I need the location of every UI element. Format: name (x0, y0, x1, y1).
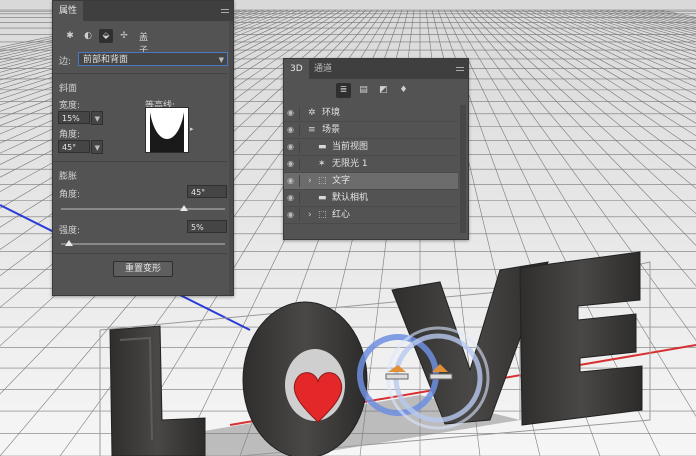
whole-scene-icon[interactable]: ≣ (336, 83, 351, 98)
mesh-icon[interactable]: ✱ (63, 29, 77, 43)
angle-field[interactable]: 45° (58, 140, 90, 153)
contour-preview[interactable] (145, 107, 189, 153)
visibility-eye-icon[interactable]: ◉ (287, 156, 299, 172)
panel-menu-icon[interactable] (455, 64, 465, 74)
inflate-title: 膨胀 (59, 172, 78, 182)
chevron-down-icon: ▼ (94, 144, 100, 152)
layer-name: 当前视图 (332, 142, 369, 152)
layer-row[interactable]: ◉ ✲ 环境 (284, 105, 458, 122)
visibility-eye-icon[interactable]: ◉ (287, 139, 299, 155)
mesh-icon: ⬚ (318, 176, 327, 186)
materials-icon[interactable]: ◩ (376, 83, 391, 98)
layer-name: 无限光 1 (332, 159, 368, 169)
visibility-eye-icon[interactable]: ◉ (287, 173, 299, 189)
layer-name: 环境 (322, 108, 341, 118)
infinite-light-icon: ✶ (318, 159, 326, 169)
chevron-right-icon[interactable]: › (308, 207, 312, 223)
inflate-angle-thumb[interactable] (180, 205, 188, 211)
strength-label: 强度: (59, 226, 81, 236)
camera-icon: ▬ (318, 142, 327, 152)
layer-row[interactable]: ◉ ▬ 当前视图 (284, 139, 458, 156)
reset-deform-button[interactable]: 重置变形 (113, 261, 173, 277)
tab-properties[interactable]: 属性 (53, 1, 84, 21)
layer-row[interactable]: ◉ › ⬚ 文字 (284, 173, 458, 190)
cap-icon[interactable]: ⬙ (99, 29, 113, 43)
layer-name: 文字 (332, 176, 351, 186)
visibility-eye-icon[interactable]: ◉ (287, 207, 299, 223)
inflate-angle-label: 角度: (59, 190, 81, 200)
panel-3d-tabbar: 3D 通道 (284, 59, 468, 79)
properties-tabbar: 属性 (53, 1, 233, 21)
deform-icon[interactable]: ◐ (81, 29, 95, 43)
visibility-eye-icon[interactable]: ◉ (287, 122, 299, 138)
strength-field[interactable]: 5% (187, 220, 227, 233)
angle-stepper[interactable]: ▼ (91, 140, 103, 154)
layer-row[interactable]: ◉ ▬ 默认相机 (284, 190, 458, 207)
angle-label: 角度: (59, 130, 81, 140)
visibility-eye-icon[interactable]: ◉ (287, 105, 299, 121)
layer-row[interactable]: ◉ › ⬚ 红心 (284, 207, 458, 224)
properties-panel: 属性 ✱ ◐ ⬙ ✢ 盖子 边: 前部和背面 ▼ 斜面 宽度: 15% ▼ 等高… (52, 0, 234, 296)
contour-chevron-icon[interactable]: ▸ (190, 125, 194, 133)
divider (299, 209, 300, 221)
chevron-right-icon[interactable]: › (308, 173, 312, 189)
layer-name: 场景 (322, 125, 341, 135)
meshes-icon[interactable]: ▤ (356, 83, 371, 98)
layer-list-scrollbar[interactable] (460, 105, 466, 233)
scene-icon: ≡ (308, 125, 316, 135)
divider (53, 73, 227, 74)
layer-name: 默认相机 (332, 193, 369, 203)
bevel-title: 斜面 (59, 84, 78, 94)
properties-scrollbar[interactable] (229, 21, 233, 295)
layer-name: 红心 (332, 210, 351, 220)
inflate-angle-field[interactable]: 45° (187, 185, 227, 198)
tab-3d[interactable]: 3D (284, 59, 309, 79)
tab-channels[interactable]: 通道 (308, 59, 338, 79)
edge-dropdown[interactable]: 前部和背面 ▼ (78, 52, 228, 66)
camera-icon: ▬ (318, 193, 327, 203)
layer-row[interactable]: ◉ ✶ 无限光 1 (284, 156, 458, 173)
panel-menu-icon[interactable] (220, 6, 230, 16)
chevron-down-icon: ▼ (94, 115, 100, 123)
divider (299, 158, 300, 170)
divider (299, 192, 300, 204)
mesh-icon: ⬚ (318, 210, 327, 220)
divider (299, 124, 300, 136)
3d-layer-list: ◉ ✲ 环境 ◉ ≡ 场景 ◉ ▬ 当前视图 ◉ ✶ 无限光 1 ◉ › ⬚ 文字 ◉ ▬ 默认相机 ◉ › ⬚ 红心 (284, 105, 458, 224)
coordinates-icon[interactable]: ✢ (117, 29, 131, 43)
divider (299, 175, 300, 187)
layer-row[interactable]: ◉ ≡ 场景 (284, 122, 458, 139)
divider (53, 253, 227, 254)
strength-slider[interactable] (61, 243, 225, 245)
divider (53, 161, 227, 162)
width-stepper[interactable]: ▼ (91, 111, 103, 125)
environment-icon: ✲ (308, 108, 316, 118)
chevron-down-icon: ▼ (218, 56, 224, 64)
strength-thumb[interactable] (65, 240, 74, 246)
inflate-angle-slider[interactable] (61, 208, 225, 210)
width-label: 宽度: (59, 101, 81, 111)
divider (299, 107, 300, 119)
edge-dropdown-value: 前部和背面 (83, 55, 129, 65)
visibility-eye-icon[interactable]: ◉ (287, 190, 299, 206)
divider (299, 141, 300, 153)
edge-label: 边: (59, 57, 72, 67)
lights-icon[interactable]: ♦ (396, 83, 411, 98)
letter-e (519, 251, 643, 426)
panel-3d: 3D 通道 ≣ ▤ ◩ ♦ ◉ ✲ 环境 ◉ ≡ 场景 ◉ ▬ 当前视图 ◉ ✶ 无限光 1 ◉ › ⬚ 文字… (283, 58, 469, 240)
width-field[interactable]: 15% (58, 111, 90, 124)
